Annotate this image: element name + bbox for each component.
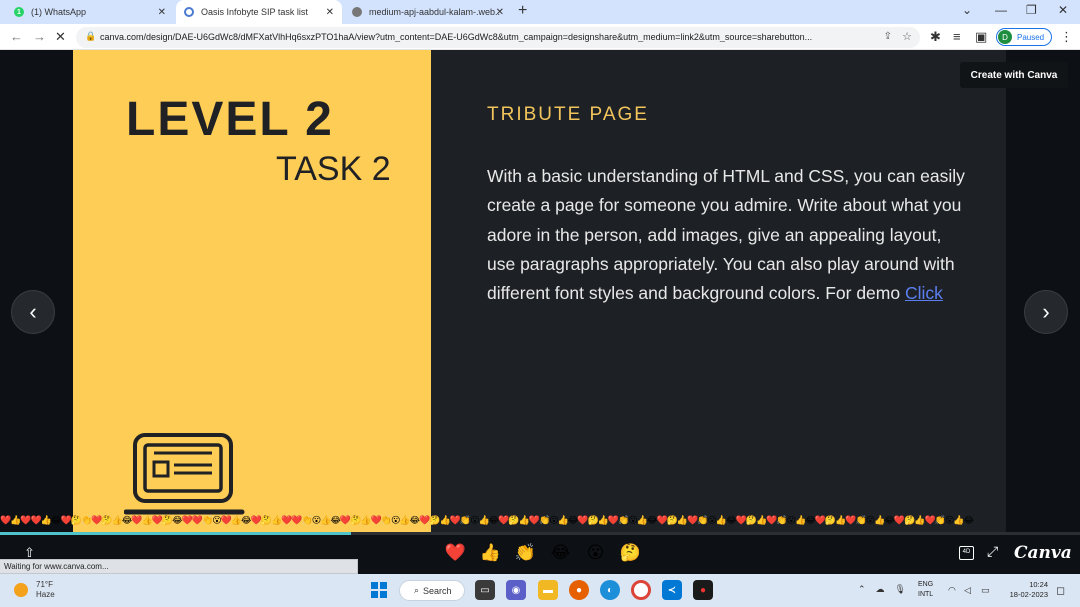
close-icon[interactable]: ✕ xyxy=(158,7,166,18)
slide-title: TRIBUTE PAGE xyxy=(487,104,649,125)
profile-status: Paused xyxy=(1017,32,1045,42)
onedrive-icon[interactable]: ☁ xyxy=(876,584,885,595)
close-icon[interactable]: ✕ xyxy=(326,7,334,18)
prev-slide-button[interactable]: ‹ xyxy=(11,290,55,334)
reaction-stream: ❤️👍❤️❤️👍😂❤️🤔👏❤️🤔👍😂❤️👍❤️🤔😂❤️❤️👏😮❤️👍😂❤️🤔👍❤… xyxy=(0,515,974,525)
status-bar: Waiting for www.canva.com... xyxy=(0,559,358,574)
start-button[interactable] xyxy=(371,582,387,598)
extensions-icon[interactable]: ✱ xyxy=(930,29,941,45)
weather-temp: 71°F xyxy=(36,580,53,589)
teams-chat-icon[interactable]: ◉ xyxy=(506,580,526,600)
forward-icon[interactable]: → xyxy=(33,29,46,44)
reaction-buttons: ❤️ 👍 👏 😂 😮 🤔 xyxy=(444,543,642,563)
language-code: ENG xyxy=(918,581,934,588)
lock-icon[interactable]: 🔒 xyxy=(85,31,96,42)
slide-task-heading: TASK 2 xyxy=(276,150,391,188)
whatsapp-icon: 1 xyxy=(14,7,24,17)
heart-reaction-button[interactable]: ❤️ xyxy=(444,543,467,563)
vscode-icon[interactable]: ≺ xyxy=(662,580,682,600)
avatar: D xyxy=(998,30,1012,44)
url-text: canva.com/design/DAE-U6GdWc8/dMFXatVlhHq… xyxy=(100,32,813,42)
notification-icon[interactable]: ◻ xyxy=(1056,584,1065,597)
demo-link[interactable]: Click xyxy=(905,283,943,303)
haze-weather-icon xyxy=(14,583,28,597)
tab-label: (1) WhatsApp xyxy=(31,7,87,17)
thumbs-up-reaction-button[interactable]: 👍 xyxy=(479,543,502,563)
slide-body: With a basic understanding of HTML and C… xyxy=(487,162,967,308)
globe-icon xyxy=(352,7,362,17)
tab-label: medium-apj-aabdul-kalam-.web.. xyxy=(369,7,501,17)
thinking-reaction-button[interactable]: 🤔 xyxy=(619,543,642,563)
clap-reaction-button[interactable]: 👏 xyxy=(514,543,537,563)
progress-fill xyxy=(0,532,351,535)
window-close-icon[interactable]: ✕ xyxy=(1058,3,1068,17)
volume-icon[interactable]: ◁ xyxy=(964,585,971,596)
edge-icon[interactable]: ◐ xyxy=(600,580,620,600)
tab-oasis[interactable]: Oasis Infobyte SIP task list ✕ xyxy=(176,0,342,24)
fullscreen-icon[interactable]: ⤢ xyxy=(987,543,998,560)
create-with-canva-button[interactable]: Create with Canva xyxy=(960,62,1068,88)
profile-button[interactable]: D Paused xyxy=(996,28,1052,46)
keyboard-layout: INTL xyxy=(918,591,934,598)
recorder-icon[interactable]: ● xyxy=(693,580,713,600)
oasis-icon xyxy=(184,7,194,17)
file-explorer-icon[interactable]: ▬ xyxy=(538,580,558,600)
taskbar-search-label: Search xyxy=(423,585,452,596)
wifi-icon[interactable]: ◠ xyxy=(948,585,956,596)
bookmark-star-icon[interactable]: ☆ xyxy=(902,30,912,43)
language-indicator[interactable]: ENG INTL xyxy=(918,580,933,600)
canva-logo[interactable]: Canva xyxy=(1014,543,1072,563)
next-slide-button[interactable]: › xyxy=(1024,290,1068,334)
address-bar[interactable]: 🔒 canva.com/design/DAE-U6GdWc8/dMFXatVlh… xyxy=(76,27,920,48)
system-tray: ⌃ ☁ 🎙 xyxy=(858,584,906,595)
back-icon[interactable]: ← xyxy=(10,29,23,44)
firefox-icon[interactable]: ● xyxy=(569,580,589,600)
chevron-up-icon[interactable]: ⌃ xyxy=(858,584,866,595)
tab-medium[interactable]: medium-apj-aabdul-kalam-.web.. ✕ xyxy=(344,0,512,24)
menu-kebab-icon[interactable]: ⋮ xyxy=(1060,29,1073,45)
tab-search-icon[interactable]: ⌄ xyxy=(962,3,972,17)
laugh-reaction-button[interactable]: 😂 xyxy=(549,543,572,563)
clock-time: 10:24 xyxy=(1029,580,1048,589)
battery-icon[interactable]: ▭ xyxy=(981,585,990,596)
task-view-icon[interactable]: ▭ xyxy=(475,580,495,600)
surprised-reaction-button[interactable]: 😮 xyxy=(584,543,607,563)
stop-icon[interactable]: ✕ xyxy=(55,29,66,45)
weather-widget[interactable]: 71°F Haze xyxy=(14,580,55,600)
slide-level-heading: LEVEL 2 xyxy=(126,93,334,146)
new-tab-button[interactable]: + xyxy=(518,2,527,20)
restore-icon[interactable]: ❐ xyxy=(1026,3,1037,17)
present-icon[interactable]: 4D xyxy=(959,546,974,560)
media-queue-icon[interactable]: ≡ xyxy=(953,29,961,44)
share-page-icon[interactable]: ⇪ xyxy=(884,31,892,42)
tab-strip: 1 (1) WhatsApp ✕ Oasis Infobyte SIP task… xyxy=(0,0,1080,24)
minimize-icon[interactable]: — xyxy=(995,3,1007,17)
slide-body-text: With a basic understanding of HTML and C… xyxy=(487,166,965,304)
clock[interactable]: 10:24 18-02-2023 xyxy=(1004,580,1048,600)
side-panel-icon[interactable]: ▣ xyxy=(975,29,987,45)
microphone-icon[interactable]: 🎙 xyxy=(895,584,906,595)
chrome-icon[interactable] xyxy=(631,580,651,600)
browser-toolbar: ← → ✕ 🔒 canva.com/design/DAE-U6GdWc8/dMF… xyxy=(0,24,1080,50)
clock-date: 18-02-2023 xyxy=(1009,590,1048,599)
tab-label: Oasis Infobyte SIP task list xyxy=(201,7,308,17)
taskbar-search[interactable]: ⌕ Search xyxy=(399,580,465,601)
weather-desc: Haze xyxy=(36,590,55,599)
search-icon: ⌕ xyxy=(414,585,420,595)
tab-whatsapp[interactable]: 1 (1) WhatsApp ✕ xyxy=(6,0,174,24)
laptop-icon xyxy=(124,433,245,515)
close-icon[interactable]: ✕ xyxy=(496,7,504,18)
